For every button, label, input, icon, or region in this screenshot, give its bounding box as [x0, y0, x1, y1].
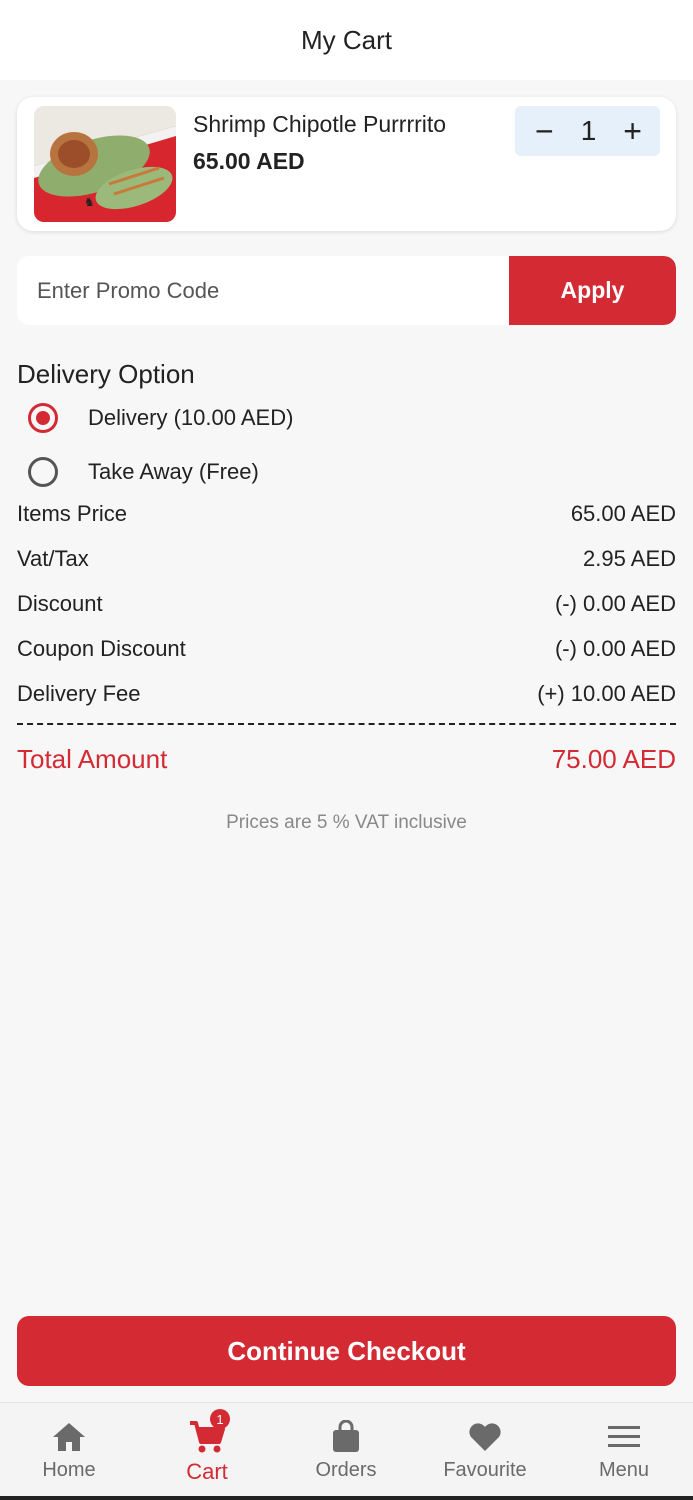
product-price: 65.00 AED — [193, 148, 305, 174]
nav-item-cart[interactable]: 1 Cart — [138, 1403, 276, 1497]
decrease-quantity-button[interactable]: − — [535, 115, 554, 147]
apply-promo-button[interactable]: Apply — [509, 256, 676, 325]
nav-item-home[interactable]: Home — [0, 1403, 138, 1497]
cart-item-card[interactable]: ♞ Shrimp Chipotle Purrrrito 65.00 AED − … — [17, 97, 676, 231]
nav-item-orders[interactable]: Orders — [277, 1403, 415, 1497]
summary-label: Delivery Fee — [17, 681, 141, 706]
nav-label: Home — [42, 1459, 96, 1481]
page-title: My Cart — [301, 24, 392, 55]
summary-value: (-) 0.00 AED — [554, 591, 676, 616]
summary-value: (-) 0.00 AED — [554, 636, 676, 661]
app-bar: My Cart — [0, 0, 693, 80]
summary-row-coupon-discount: Coupon Discount (-) 0.00 AED — [17, 636, 676, 662]
nav-item-favourite[interactable]: Favourite — [416, 1403, 554, 1497]
delivery-option-takeaway[interactable]: Take Away (Free) — [28, 457, 259, 487]
summary-value: (+) 10.00 AED — [537, 681, 676, 706]
total-label: Total Amount — [17, 744, 168, 774]
nav-item-menu[interactable]: Menu — [555, 1403, 693, 1497]
product-name: Shrimp Chipotle Purrrrito — [193, 111, 447, 137]
bottom-navigation: Home 1 Cart Orders Favourite Menu — [0, 1402, 693, 1500]
dashed-divider — [17, 723, 676, 725]
summary-row-vat: Vat/Tax 2.95 AED — [17, 546, 676, 572]
nav-label: Favourite — [443, 1459, 527, 1481]
nav-label: Orders — [315, 1459, 377, 1481]
cart-badge: 1 — [210, 1409, 230, 1429]
total-value: 75.00 AED — [551, 744, 676, 774]
bag-icon — [330, 1419, 362, 1455]
radio-selected-icon[interactable] — [28, 403, 58, 433]
promo-code-input[interactable] — [17, 256, 509, 325]
svg-text:♞: ♞ — [84, 195, 95, 209]
heart-icon — [467, 1419, 503, 1455]
total-amount-row: Total Amount 75.00 AED — [17, 744, 676, 775]
summary-label: Discount — [17, 591, 103, 616]
delivery-option-title: Delivery Option — [17, 359, 195, 389]
summary-value: 2.95 AED — [583, 546, 676, 571]
product-image: ♞ — [34, 106, 176, 222]
radio-unselected-icon[interactable] — [28, 457, 58, 487]
quantity-stepper: − 1 + — [515, 106, 660, 156]
nav-label: Cart — [186, 1459, 228, 1484]
vat-note: Prices are 5 % VAT inclusive — [226, 812, 467, 833]
summary-row-delivery-fee: Delivery Fee (+) 10.00 AED — [17, 681, 676, 707]
home-indicator — [0, 1496, 693, 1500]
nav-label: Menu — [598, 1459, 650, 1481]
delivery-option-label: Delivery (10.00 AED) — [88, 405, 294, 430]
summary-label: Vat/Tax — [17, 546, 89, 571]
home-icon — [51, 1419, 87, 1455]
summary-label: Items Price — [17, 501, 128, 526]
summary-row-discount: Discount (-) 0.00 AED — [17, 591, 676, 617]
delivery-option-delivery[interactable]: Delivery (10.00 AED) — [28, 403, 293, 433]
quantity-value: 1 — [580, 115, 597, 146]
summary-value: 65.00 AED — [570, 501, 676, 526]
promo-code-box: Apply — [17, 256, 676, 325]
increase-quantity-button[interactable]: + — [623, 115, 642, 147]
summary-label: Coupon Discount — [17, 636, 186, 661]
summary-row-items-price: Items Price 65.00 AED — [17, 501, 676, 527]
delivery-option-label: Take Away (Free) — [88, 459, 259, 484]
cart-icon: 1 — [188, 1409, 230, 1455]
menu-icon — [607, 1419, 641, 1455]
continue-checkout-button[interactable]: Continue Checkout — [17, 1316, 676, 1386]
